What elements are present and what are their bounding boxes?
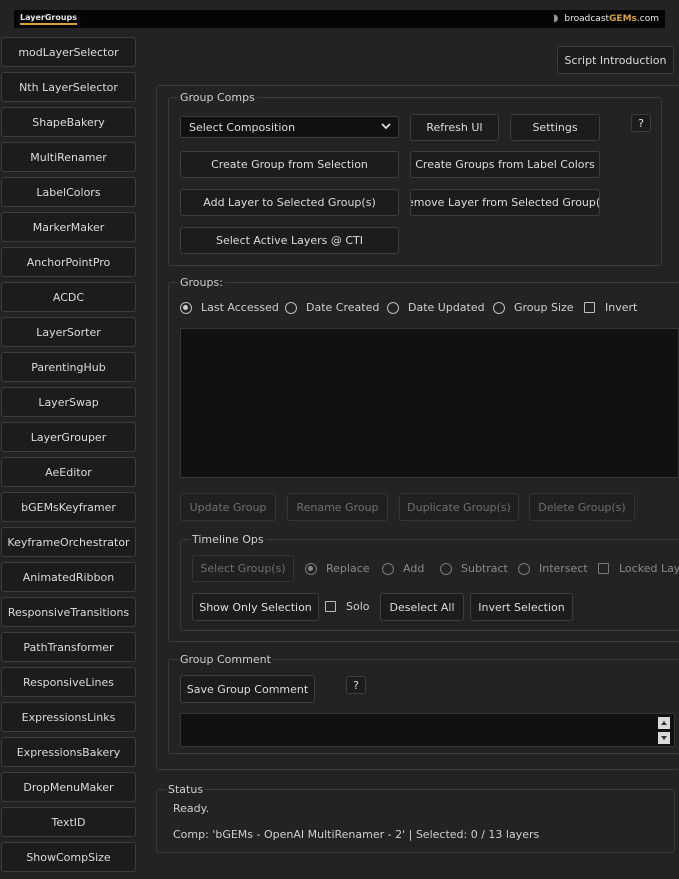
- radio-off-icon: [285, 301, 297, 314]
- sidebar-item-dropmenumaker[interactable]: DropMenuMaker: [1, 772, 136, 802]
- scroll-down-icon[interactable]: [658, 732, 670, 744]
- remove-layer-button[interactable]: Remove Layer from Selected Group(s): [410, 189, 600, 216]
- sidebar-item-animatedribbon[interactable]: AnimatedRibbon: [1, 562, 136, 592]
- group-comment-field[interactable]: [180, 713, 675, 747]
- composition-select-value: Select Composition: [189, 120, 296, 134]
- timeline-ops-title: Timeline Ops: [190, 533, 266, 546]
- radio-on-icon: [305, 562, 317, 575]
- sidebar-item-multirenamer[interactable]: MultiRenamer: [1, 142, 136, 172]
- radio-off-icon: [382, 562, 394, 575]
- layergroups-logo: LayerGroups: [20, 13, 78, 25]
- header-bar: LayerGroups ◗ broadcastGEMs.com: [14, 10, 665, 28]
- sidebar-item-parentinghub[interactable]: ParentingHub: [1, 352, 136, 382]
- broadcastgems-mark-icon: ◗: [553, 13, 559, 24]
- sidebar-item-textid[interactable]: TextID: [1, 807, 136, 837]
- sidebar-item-layerswap[interactable]: LayerSwap: [1, 387, 136, 417]
- groups-title: Groups:: [178, 276, 225, 289]
- scroll-up-icon[interactable]: [658, 717, 670, 729]
- deselect-all-button[interactable]: Deselect All: [380, 593, 464, 621]
- invert-selection-button[interactable]: Invert Selection: [470, 593, 573, 621]
- group-comment-help-button[interactable]: ?: [346, 676, 366, 694]
- mode-subtract-radio[interactable]: Subtract: [440, 562, 508, 575]
- sidebar-item-responsivetransitions[interactable]: ResponsiveTransitions: [1, 597, 136, 627]
- radio-on-icon: [180, 301, 192, 314]
- sidebar-item-acdc[interactable]: ACDC: [1, 282, 136, 312]
- solo-checkbox[interactable]: Solo: [325, 600, 370, 613]
- add-layer-button[interactable]: Add Layer to Selected Group(s): [180, 189, 399, 216]
- invert-checkbox[interactable]: Invert: [584, 301, 637, 314]
- sidebar-item-nth-layerselector[interactable]: Nth LayerSelector: [1, 72, 136, 102]
- sidebar-item-keyframeorchestrator[interactable]: KeyframeOrchestrator: [1, 527, 136, 557]
- refresh-ui-button[interactable]: Refresh UI: [410, 114, 499, 141]
- status-panel: [156, 789, 675, 853]
- checkbox-icon: [584, 302, 595, 313]
- locked-layers-checkbox[interactable]: Locked Lay: [598, 562, 679, 575]
- sidebar-item-showcompsize[interactable]: ShowCompSize: [1, 842, 136, 872]
- save-group-comment-button[interactable]: Save Group Comment: [180, 675, 315, 703]
- sidebar-item-responsivelines[interactable]: ResponsiveLines: [1, 667, 136, 697]
- sidebar-item-anchorpointpro[interactable]: AnchorPointPro: [1, 247, 136, 277]
- group-comment-title: Group Comment: [178, 653, 273, 666]
- settings-button[interactable]: Settings: [510, 114, 600, 141]
- rename-group-button[interactable]: Rename Group: [287, 493, 388, 521]
- group-comps-title: Group Comps: [178, 91, 257, 104]
- sort-date-updated-radio[interactable]: Date Updated: [387, 301, 485, 314]
- sidebar-item-shapebakery[interactable]: ShapeBakery: [1, 107, 136, 137]
- status-comp-info: Comp: 'bGEMs - OpenAI MultiRenamer - 2' …: [173, 828, 540, 841]
- radio-off-icon: [493, 301, 505, 314]
- select-active-layers-button[interactable]: Select Active Layers @ CTI: [180, 227, 399, 254]
- mode-add-radio[interactable]: Add: [382, 562, 424, 575]
- delete-groups-button[interactable]: Delete Group(s): [529, 493, 635, 521]
- sidebar-item-markermaker[interactable]: MarkerMaker: [1, 212, 136, 242]
- groups-list[interactable]: [180, 328, 679, 478]
- group-comps-help-button[interactable]: ?: [631, 114, 651, 132]
- create-group-button[interactable]: Create Group from Selection: [180, 151, 399, 178]
- create-groups-label-colors-button[interactable]: Create Groups from Label Colors: [410, 151, 600, 178]
- broadcastgems-logo: ◗ broadcastGEMs.com: [553, 13, 659, 24]
- duplicate-groups-button[interactable]: Duplicate Group(s): [399, 493, 519, 521]
- checkbox-icon: [325, 601, 336, 612]
- mode-intersect-radio[interactable]: Intersect: [518, 562, 588, 575]
- radio-off-icon: [518, 562, 530, 575]
- status-title: Status: [166, 783, 206, 796]
- radio-off-icon: [387, 301, 399, 314]
- sidebar-item-expressionsbakery[interactable]: ExpressionsBakery: [1, 737, 136, 767]
- sort-group-size-radio[interactable]: Group Size: [493, 301, 574, 314]
- select-groups-button[interactable]: Select Group(s): [192, 555, 294, 582]
- sidebar-item-bgemskeyframer[interactable]: bGEMsKeyframer: [1, 492, 136, 522]
- sidebar-item-expressionslinks[interactable]: ExpressionsLinks: [1, 702, 136, 732]
- checkbox-icon: [598, 563, 609, 574]
- sidebar-item-modlayerselector[interactable]: modLayerSelector: [1, 37, 136, 67]
- sidebar-item-aeeditor[interactable]: AeEditor: [1, 457, 136, 487]
- status-message: Ready.: [173, 802, 210, 815]
- chevron-down-icon: [381, 123, 391, 130]
- sidebar-item-layergrouper[interactable]: LayerGrouper: [1, 422, 136, 452]
- sidebar-item-pathtransformer[interactable]: PathTransformer: [1, 632, 136, 662]
- sort-last-accessed-radio[interactable]: Last Accessed: [180, 301, 279, 314]
- sort-date-created-radio[interactable]: Date Created: [285, 301, 379, 314]
- update-group-button[interactable]: Update Group: [180, 493, 276, 521]
- sidebar-item-labelcolors[interactable]: LabelColors: [1, 177, 136, 207]
- show-only-selection-button[interactable]: Show Only Selection: [192, 593, 319, 621]
- sidebar-item-layersorter[interactable]: LayerSorter: [1, 317, 136, 347]
- radio-off-icon: [440, 562, 452, 575]
- script-introduction-button[interactable]: Script Introduction: [557, 46, 674, 74]
- mode-replace-radio[interactable]: Replace: [305, 562, 370, 575]
- comment-scrollbar[interactable]: [658, 717, 672, 745]
- composition-select[interactable]: Select Composition: [180, 116, 399, 138]
